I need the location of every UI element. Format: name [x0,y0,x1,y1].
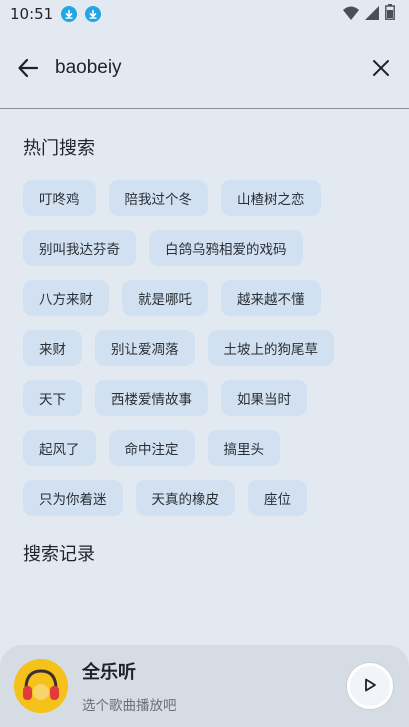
hot-search-title: 热门搜索 [23,138,95,159]
hot-search-tag[interactable]: 山楂树之恋 [221,180,321,216]
hot-search-tag[interactable]: 命中注定 [108,430,195,466]
status-icons [343,4,395,24]
hot-search-tag[interactable]: 西楼爱情故事 [95,380,208,416]
tag-row: 天下 西楼爱情故事 如果当时 [23,380,393,416]
hot-search-tag[interactable]: 只为你着迷 [23,480,123,516]
download-icon [85,6,102,22]
hot-search-tag[interactable]: 八方来财 [23,280,109,316]
hot-search-tag[interactable]: 陪我过个冬 [108,180,208,216]
tag-row: 只为你着迷 天真的橡皮 座位 [23,480,393,516]
hot-search-tag[interactable]: 如果当时 [221,380,307,416]
tag-row: 叮咚鸡 陪我过个冬 山楂树之恋 [23,180,393,216]
status-time: 10:51 [10,5,54,23]
battery-icon [385,4,395,24]
hot-search-tag[interactable]: 白鸽乌鸦相爱的戏码 [149,230,303,266]
arrow-left-icon[interactable] [16,56,40,80]
player-info: 全乐听 选个歌曲播放吧 [82,658,347,714]
hot-search-tag[interactable]: 座位 [248,480,307,516]
tag-row: 别叫我达芬奇 白鸽乌鸦相爱的戏码 [23,230,393,266]
search-bar [0,28,409,109]
hot-search-tag[interactable]: 起风了 [23,430,96,466]
mini-player[interactable]: 全乐听 选个歌曲播放吧 [0,645,409,727]
album-cover [14,659,68,713]
hot-search-tag[interactable]: 叮咚鸡 [23,180,96,216]
status-bar: 10:51 [0,0,409,28]
play-icon [363,677,377,696]
headphones-icon [14,659,68,713]
tag-row: 八方来财 就是哪吒 越来越不懂 [23,280,393,316]
close-icon[interactable] [369,56,393,80]
hot-search-tag[interactable]: 来财 [23,330,82,366]
hot-search-tag[interactable]: 搞里头 [207,430,280,466]
tag-row: 起风了 命中注定 搞里头 [23,430,393,466]
hot-search-tag[interactable]: 天真的橡皮 [135,480,235,516]
player-title: 全乐听 [82,662,136,683]
player-subtitle: 选个歌曲播放吧 [82,698,177,714]
play-button[interactable] [347,663,393,709]
download-icon [61,6,78,22]
hot-search-tag[interactable]: 土坡上的狗尾草 [207,330,334,366]
search-history-title: 搜索记录 [23,544,95,565]
signal-icon [365,5,379,24]
hot-search-tag[interactable]: 越来越不懂 [221,280,321,316]
search-input[interactable] [55,48,369,88]
hot-search-tags: 叮咚鸡 陪我过个冬 山楂树之恋 别叫我达芬奇 白鸽乌鸦相爱的戏码 八方来财 就是… [23,180,393,530]
hot-search-tag[interactable]: 天下 [23,380,82,416]
tag-row: 来财 别让爱凋落 土坡上的狗尾草 [23,330,393,366]
hot-search-tag[interactable]: 别叫我达芬奇 [23,230,136,266]
wifi-icon [343,5,359,24]
hot-search-tag[interactable]: 别让爱凋落 [95,330,195,366]
hot-search-tag[interactable]: 就是哪吒 [122,280,208,316]
